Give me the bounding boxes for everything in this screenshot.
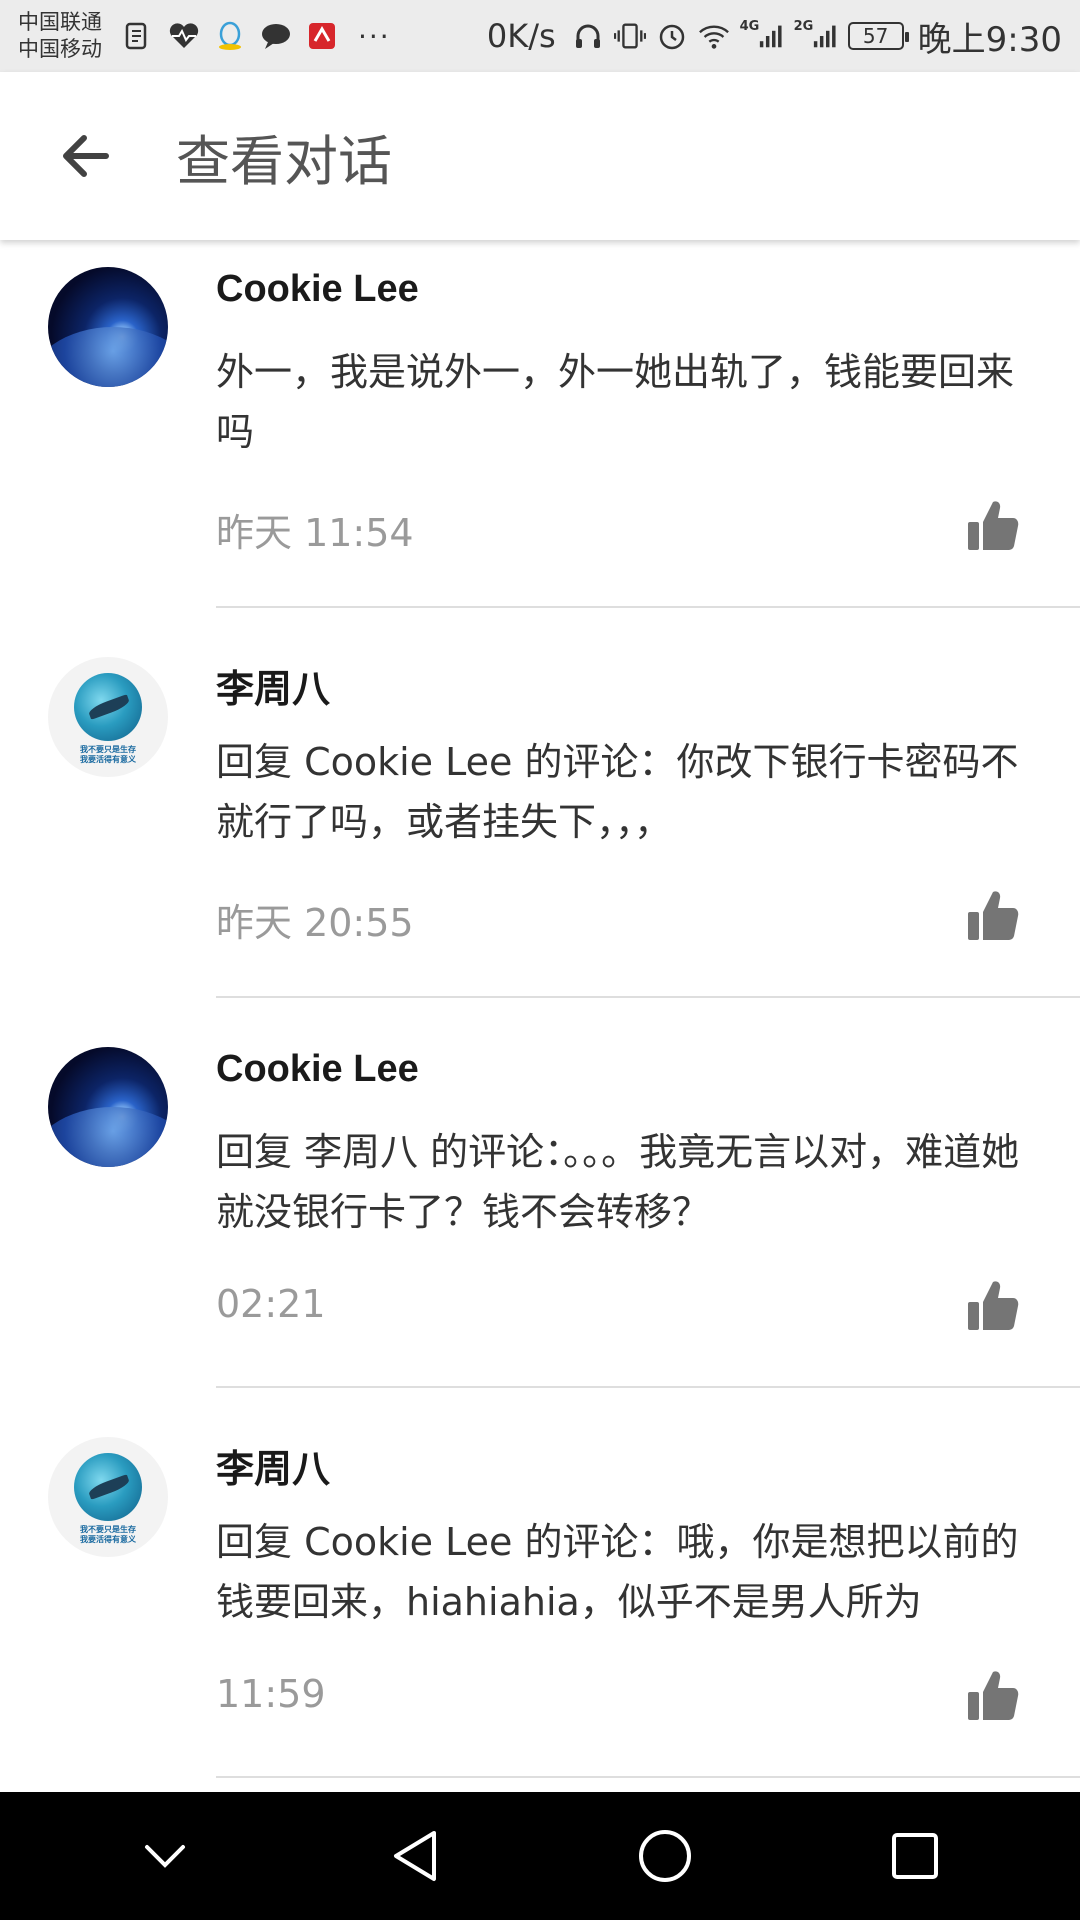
clock-time: 晚上9:30 (917, 19, 1062, 60)
battery-indicator: 57 (847, 22, 909, 50)
vibrate-icon (613, 20, 646, 52)
like-button[interactable] (966, 888, 1020, 944)
carrier-info: 中国联通 中国移动 (18, 9, 118, 63)
divider (216, 606, 1080, 608)
thumbs-up-icon (968, 891, 1019, 940)
document-icon (122, 20, 154, 52)
carrier-unicom: 中国联通 (18, 10, 102, 34)
avatar-caption-line2: 我要活得有意义 (80, 755, 136, 764)
thumbs-up-icon (968, 501, 1019, 550)
nav-hide-button[interactable] (120, 1811, 210, 1901)
avatar-caption-line1: 我不要只是生存 (80, 1525, 136, 1534)
arrow-left-icon (63, 135, 109, 177)
network-4g-label: 4G (739, 18, 760, 34)
network-2g-label: 2G (793, 18, 814, 34)
thumbs-up-icon (968, 1671, 1019, 1720)
chevron-down-icon (145, 1845, 185, 1868)
avatar-caption-line1: 我不要只是生存 (80, 745, 136, 754)
page-title: 查看对话 (176, 129, 392, 193)
divider (216, 996, 1080, 998)
comment-item[interactable]: Cookie Lee 外一，我是说外一，外一她出轨了，钱能要回来吗 昨天 11:… (0, 240, 1080, 630)
comment-item[interactable]: 我不要只是生存 我要活得有意义 李周八 回复 Cookie Lee 的评论：哦，… (0, 1410, 1080, 1792)
comment-author[interactable]: Cookie Lee (216, 1048, 419, 1091)
divider (216, 1386, 1080, 1388)
comment-time: 02:21 (216, 1282, 326, 1326)
avatar-caption-line2: 我要活得有意义 (80, 1535, 136, 1544)
like-button[interactable] (966, 498, 1020, 554)
qq-icon (214, 20, 246, 52)
divider (216, 1776, 1080, 1778)
app-toolbar: 查看对话 (0, 72, 1080, 240)
carrier-mobile: 中国移动 (18, 37, 102, 61)
comment-text: 回复 Cookie Lee 的评论：你改下银行卡密码不就行了吗，或者挂失下，，， (216, 740, 1019, 844)
heart-rate-icon (168, 20, 200, 52)
comment-item[interactable]: Cookie Lee 回复 李周八 的评论：。。。我竟无言以对，难道她就没银行卡… (0, 1020, 1080, 1410)
more-notifications: ··· (358, 19, 391, 53)
wifi-icon (698, 20, 730, 52)
comment-item[interactable]: 我不要只是生存 我要活得有意义 李周八 回复 Cookie Lee 的评论：你改… (0, 630, 1080, 1020)
headphones-icon (572, 20, 604, 52)
comment-text: 回复 李周八 的评论：。。。我竟无言以对，难道她就没银行卡了？钱不会转移？ (216, 1130, 1020, 1234)
status-bar: 中国联通 中国移动 ··· 0K/s 4G 2G 57 晚上9:30 (0, 0, 1080, 72)
comment-author[interactable]: 李周八 (216, 658, 330, 713)
avatar[interactable] (48, 1047, 168, 1167)
comment-author[interactable]: Cookie Lee (216, 268, 419, 311)
shark-image (74, 1453, 142, 1521)
network-speed: 0K/s (486, 17, 556, 55)
system-navigation-bar (0, 1792, 1080, 1920)
like-button[interactable] (966, 1668, 1020, 1724)
avatar[interactable]: 我不要只是生存 我要活得有意义 (48, 1437, 168, 1557)
circle-home-icon (639, 1830, 691, 1882)
avatar-caption: 我不要只是生存 我要活得有意义 (80, 745, 136, 765)
bank-app-icon (306, 20, 338, 52)
shark-image (74, 673, 142, 741)
comment-text: 回复 Cookie Lee 的评论：哦，你是想把以前的钱要回来，hiahiahi… (216, 1520, 1019, 1624)
comment-text: 外一，我是说外一，外一她出轨了，钱能要回来吗 (216, 350, 1015, 454)
nav-recents-button[interactable] (870, 1811, 960, 1901)
comment-time: 11:59 (216, 1672, 326, 1716)
signal-2g-icon: 2G (793, 18, 838, 52)
like-button[interactable] (966, 1278, 1020, 1334)
comment-time: 昨天 20:55 (216, 901, 414, 945)
square-recents-icon (892, 1833, 938, 1879)
conversation-list[interactable]: Cookie Lee 外一，我是说外一，外一她出轨了，钱能要回来吗 昨天 11:… (0, 240, 1080, 1792)
comment-author[interactable]: 李周八 (216, 1438, 330, 1493)
back-button[interactable] (40, 111, 130, 201)
avatar-caption: 我不要只是生存 我要活得有意义 (80, 1525, 136, 1545)
triangle-back-icon (394, 1831, 436, 1881)
comment-time: 昨天 11:54 (216, 511, 414, 555)
signal-4g-icon: 4G (739, 18, 784, 52)
message-bubble-icon (260, 20, 292, 52)
alarm-clock-icon (656, 20, 688, 52)
avatar[interactable]: 我不要只是生存 我要活得有意义 (48, 657, 168, 777)
nav-home-button[interactable] (620, 1811, 710, 1901)
thumbs-up-icon (968, 1281, 1019, 1330)
nav-back-button[interactable] (370, 1811, 460, 1901)
avatar[interactable] (48, 267, 168, 387)
